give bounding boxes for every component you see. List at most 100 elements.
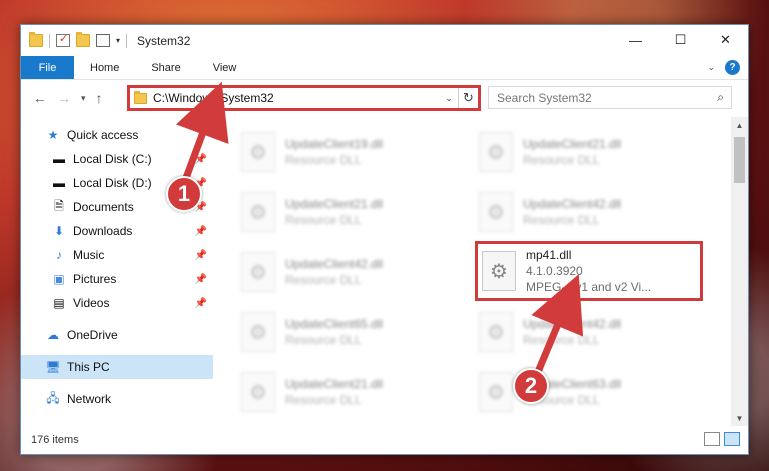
search-input[interactable]: Search System32 ⌕ bbox=[488, 86, 732, 109]
pin-icon: 📌 bbox=[194, 225, 207, 237]
navigation-pane: ★ Quick access ▬ Local Disk (C:) 📌 ▬ Loc… bbox=[21, 117, 213, 426]
drive-icon: ▬ bbox=[53, 176, 65, 190]
search-icon[interactable]: ⌕ bbox=[717, 90, 724, 105]
file-name: UpdateClient42.dll bbox=[285, 257, 384, 271]
nav-label: Network bbox=[67, 392, 112, 406]
dll-file-icon: ⚙ bbox=[241, 312, 275, 352]
dll-file-icon: ⚙ bbox=[479, 372, 513, 412]
refresh-icon[interactable]: ↻ bbox=[458, 88, 478, 108]
dll-file-icon: ⚙ bbox=[479, 192, 513, 232]
nav-network[interactable]: 🖧 Network bbox=[21, 387, 213, 411]
tab-home[interactable]: Home bbox=[74, 56, 135, 79]
dll-file-icon: ⚙ bbox=[241, 132, 275, 172]
nav-onedrive[interactable]: ☁ OneDrive bbox=[21, 323, 213, 347]
file-item[interactable]: ⚙ UpdateClient63.dll Resource DLL bbox=[475, 367, 695, 417]
maximize-button[interactable]: ☐ bbox=[658, 25, 703, 55]
tab-share[interactable]: Share bbox=[135, 56, 196, 79]
dll-file-icon: ⚙ bbox=[479, 132, 513, 172]
nav-label: Pictures bbox=[73, 272, 117, 286]
address-path[interactable]: C:\Windows\System32 bbox=[153, 91, 440, 105]
callout-step-1: 1 bbox=[166, 176, 202, 212]
file-version: 4.1.0.3920 bbox=[526, 264, 583, 278]
file-item[interactable]: ⚙ UpdateClient42.dll Resource DLL bbox=[475, 187, 695, 237]
nav-label: OneDrive bbox=[67, 328, 118, 342]
file-item-mp41-dll[interactable]: ⚙ mp41.dll 4.1.0.3920 MPEG-4 v1 and v2 V… bbox=[475, 241, 703, 301]
nav-music[interactable]: ♪ Music 📌 bbox=[21, 243, 213, 267]
minimize-button[interactable]: — bbox=[613, 25, 658, 55]
status-bar: 176 items bbox=[21, 426, 748, 454]
help-icon[interactable]: ? bbox=[725, 60, 740, 75]
nav-local-disk-c[interactable]: ▬ Local Disk (C:) 📌 bbox=[21, 147, 213, 171]
address-dropdown-icon[interactable]: ⌄ bbox=[440, 93, 458, 104]
scroll-down-icon[interactable]: ▼ bbox=[731, 410, 748, 426]
nav-videos[interactable]: ▤ Videos 📌 bbox=[21, 291, 213, 315]
file-type: Resource DLL bbox=[285, 213, 362, 227]
back-arrow-icon[interactable]: ← bbox=[33, 90, 47, 106]
ribbon-right: ⌄ ? bbox=[707, 60, 740, 75]
pin-icon: 📌 bbox=[194, 153, 207, 165]
file-type: Resource DLL bbox=[523, 333, 600, 347]
file-type: Resource DLL bbox=[523, 153, 600, 167]
download-icon: ⬇ bbox=[53, 224, 65, 238]
nav-label: This PC bbox=[67, 360, 110, 374]
file-item[interactable]: ⚙ UpdateClient42.dll Resource DLL bbox=[237, 247, 457, 297]
tab-file[interactable]: File bbox=[21, 56, 74, 79]
explorer-body: ★ Quick access ▬ Local Disk (C:) 📌 ▬ Loc… bbox=[21, 117, 748, 426]
view-toggle bbox=[704, 432, 740, 446]
dll-file-icon: ⚙ bbox=[241, 372, 275, 412]
recent-locations-icon[interactable]: ▾ bbox=[81, 93, 86, 104]
file-name: UpdateClient65.dll bbox=[285, 317, 384, 331]
window-title: System32 bbox=[137, 33, 191, 48]
folder-icon bbox=[29, 32, 43, 47]
scroll-up-icon[interactable]: ▲ bbox=[731, 117, 748, 133]
vertical-scrollbar[interactable]: ▲ ▼ bbox=[731, 117, 748, 426]
documents-icon: 🗎 bbox=[54, 198, 64, 213]
nav-label: Music bbox=[73, 248, 105, 262]
nav-this-pc[interactable]: 🖥 This PC bbox=[21, 355, 213, 379]
qa-dropdown-icon[interactable]: ▾ bbox=[116, 36, 120, 45]
callout-step-2: 2 bbox=[513, 368, 549, 404]
close-button[interactable]: ✕ bbox=[703, 25, 748, 55]
file-item[interactable]: ⚙ UpdateClient21.dll Resource DLL bbox=[475, 127, 695, 177]
customize-icon[interactable] bbox=[96, 34, 110, 47]
window-controls: — ☐ ✕ bbox=[613, 25, 748, 55]
file-item[interactable]: ⚙ UpdateClient65.dll Resource DLL bbox=[237, 307, 457, 357]
nav-downloads[interactable]: ⬇ Downloads 📌 bbox=[21, 219, 213, 243]
tiles-view-icon[interactable] bbox=[724, 432, 740, 446]
nav-quick-access[interactable]: ★ Quick access bbox=[21, 123, 213, 147]
file-item[interactable]: ⚙ UpdateClient19.dll Resource DLL bbox=[237, 127, 457, 177]
file-item[interactable]: ⚙ UpdateClient42.dll Resource DLL bbox=[475, 307, 695, 357]
file-item[interactable]: ⚙ UpdateClient21.dll Resource DLL bbox=[237, 187, 457, 237]
file-name: UpdateClient21.dll bbox=[285, 377, 384, 391]
network-icon: 🖧 bbox=[46, 390, 60, 405]
file-item[interactable]: ⚙ UpdateClient21.dll Resource DLL bbox=[237, 367, 457, 417]
up-arrow-icon[interactable]: ↑ bbox=[96, 90, 103, 106]
properties-check-icon[interactable] bbox=[56, 32, 70, 47]
new-folder-icon[interactable] bbox=[76, 32, 90, 47]
pin-icon: 📌 bbox=[194, 273, 207, 285]
computer-icon: 🖥 bbox=[45, 360, 61, 374]
details-view-icon[interactable] bbox=[704, 432, 720, 446]
file-description: MPEG-4 v1 and v2 Vi... bbox=[526, 280, 652, 294]
nav-pictures[interactable]: ▣ Pictures 📌 bbox=[21, 267, 213, 291]
drive-icon: ▬ bbox=[53, 152, 65, 166]
scroll-thumb[interactable] bbox=[734, 137, 745, 183]
toolbar-divider bbox=[126, 33, 128, 48]
file-type: Resource DLL bbox=[285, 153, 362, 167]
tab-view[interactable]: View bbox=[197, 56, 253, 79]
file-type: Resource DLL bbox=[285, 333, 362, 347]
file-type: Resource DLL bbox=[285, 273, 362, 287]
quick-access-toolbar: ▾ bbox=[21, 32, 128, 48]
file-name: UpdateClient42.dll bbox=[523, 197, 622, 211]
videos-icon: ▤ bbox=[53, 296, 65, 310]
address-bar[interactable]: C:\Windows\System32 ⌄ ↻ bbox=[127, 85, 481, 111]
nav-label: Videos bbox=[73, 296, 110, 310]
nav-label: Downloads bbox=[73, 224, 133, 238]
expand-ribbon-icon[interactable]: ⌄ bbox=[707, 62, 715, 73]
forward-arrow-icon[interactable]: → bbox=[57, 90, 71, 106]
search-placeholder: Search System32 bbox=[497, 90, 592, 105]
file-type: Resource DLL bbox=[523, 213, 600, 227]
navigation-buttons: ← → ▾ ↑ bbox=[21, 90, 124, 106]
dll-file-icon: ⚙ bbox=[479, 312, 513, 352]
file-name: mp41.dll bbox=[526, 248, 572, 262]
